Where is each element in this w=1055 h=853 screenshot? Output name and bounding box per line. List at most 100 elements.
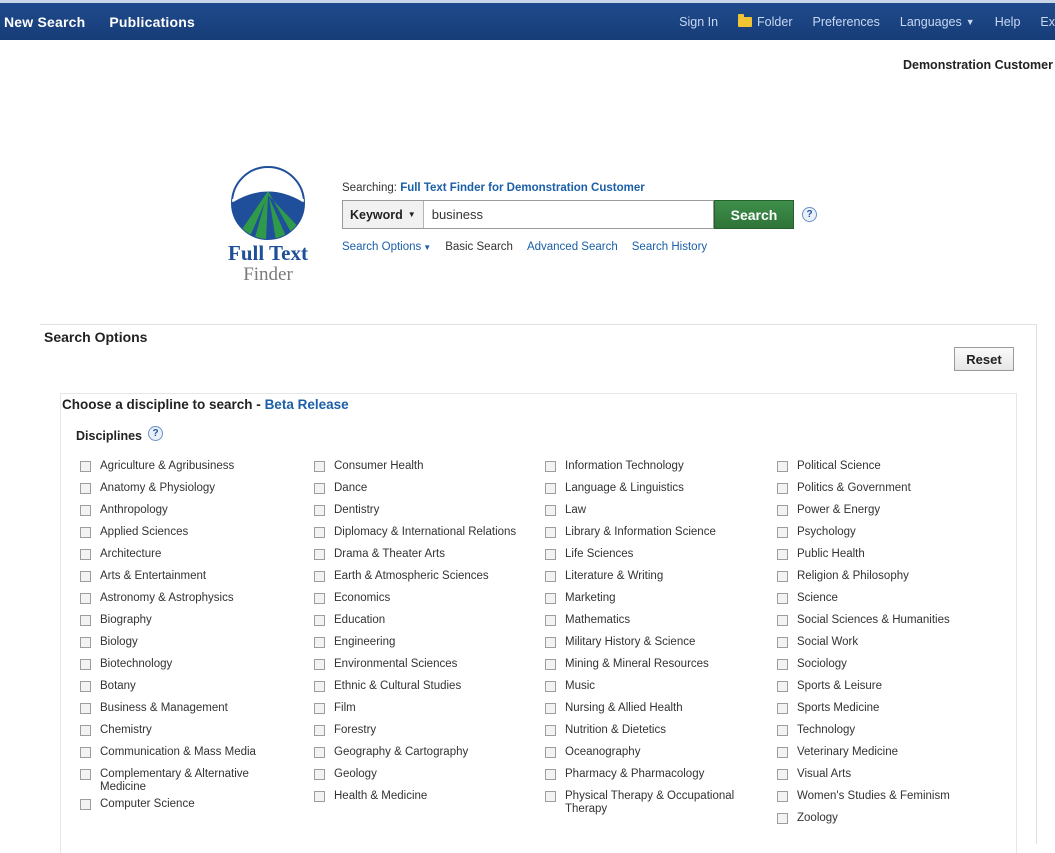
- discipline-item[interactable]: Library & Information Science: [545, 526, 755, 548]
- search-input[interactable]: business: [424, 207, 713, 222]
- discipline-item[interactable]: Consumer Health: [314, 460, 519, 482]
- discipline-item[interactable]: Health & Medicine: [314, 790, 519, 812]
- discipline-checkbox[interactable]: [314, 681, 325, 692]
- discipline-item[interactable]: Botany: [80, 680, 290, 702]
- discipline-item[interactable]: Agriculture & Agribusiness: [80, 460, 290, 482]
- discipline-item[interactable]: Earth & Atmospheric Sciences: [314, 570, 519, 592]
- discipline-item[interactable]: Veterinary Medicine: [777, 746, 997, 768]
- discipline-item[interactable]: Social Work: [777, 636, 997, 658]
- discipline-checkbox[interactable]: [80, 483, 91, 494]
- new-search-link[interactable]: New Search: [0, 14, 97, 30]
- discipline-checkbox[interactable]: [777, 527, 788, 538]
- discipline-checkbox[interactable]: [777, 505, 788, 516]
- discipline-item[interactable]: Dance: [314, 482, 519, 504]
- discipline-item[interactable]: Economics: [314, 592, 519, 614]
- discipline-checkbox[interactable]: [545, 637, 556, 648]
- discipline-checkbox[interactable]: [777, 747, 788, 758]
- discipline-item[interactable]: Information Technology: [545, 460, 755, 482]
- discipline-checkbox[interactable]: [314, 615, 325, 626]
- discipline-item[interactable]: Environmental Sciences: [314, 658, 519, 680]
- discipline-checkbox[interactable]: [80, 681, 91, 692]
- discipline-item[interactable]: Music: [545, 680, 755, 702]
- discipline-item[interactable]: Nutrition & Dietetics: [545, 724, 755, 746]
- discipline-checkbox[interactable]: [777, 725, 788, 736]
- discipline-item[interactable]: Astronomy & Astrophysics: [80, 592, 290, 614]
- discipline-checkbox[interactable]: [80, 527, 91, 538]
- discipline-checkbox[interactable]: [314, 725, 325, 736]
- discipline-item[interactable]: Chemistry: [80, 724, 290, 746]
- discipline-checkbox[interactable]: [80, 799, 91, 810]
- reset-button[interactable]: Reset: [954, 347, 1014, 371]
- discipline-item[interactable]: Life Sciences: [545, 548, 755, 570]
- discipline-checkbox[interactable]: [80, 725, 91, 736]
- discipline-item[interactable]: Film: [314, 702, 519, 724]
- discipline-checkbox[interactable]: [80, 461, 91, 472]
- discipline-item[interactable]: Education: [314, 614, 519, 636]
- discipline-checkbox[interactable]: [80, 659, 91, 670]
- discipline-checkbox[interactable]: [80, 505, 91, 516]
- discipline-checkbox[interactable]: [80, 769, 91, 780]
- discipline-item[interactable]: Biotechnology: [80, 658, 290, 680]
- preferences-link[interactable]: Preferences: [802, 15, 889, 29]
- discipline-item[interactable]: Language & Linguistics: [545, 482, 755, 504]
- discipline-checkbox[interactable]: [80, 747, 91, 758]
- discipline-checkbox[interactable]: [314, 571, 325, 582]
- publications-link[interactable]: Publications: [97, 14, 207, 30]
- discipline-checkbox[interactable]: [545, 461, 556, 472]
- help-icon[interactable]: ?: [148, 425, 163, 441]
- discipline-checkbox[interactable]: [314, 593, 325, 604]
- discipline-checkbox[interactable]: [314, 483, 325, 494]
- discipline-checkbox[interactable]: [545, 703, 556, 714]
- discipline-checkbox[interactable]: [777, 791, 788, 802]
- discipline-item[interactable]: Engineering: [314, 636, 519, 658]
- discipline-item[interactable]: Visual Arts: [777, 768, 997, 790]
- discipline-item[interactable]: Drama & Theater Arts: [314, 548, 519, 570]
- discipline-checkbox[interactable]: [545, 505, 556, 516]
- discipline-checkbox[interactable]: [314, 659, 325, 670]
- discipline-item[interactable]: Pharmacy & Pharmacology: [545, 768, 755, 790]
- discipline-item[interactable]: Applied Sciences: [80, 526, 290, 548]
- discipline-checkbox[interactable]: [80, 637, 91, 648]
- discipline-item[interactable]: Law: [545, 504, 755, 526]
- folder-link[interactable]: Folder: [728, 13, 802, 29]
- help-link[interactable]: Help: [985, 15, 1031, 29]
- discipline-checkbox[interactable]: [314, 703, 325, 714]
- sign-in-link[interactable]: Sign In: [669, 15, 728, 29]
- discipline-checkbox[interactable]: [314, 505, 325, 516]
- discipline-checkbox[interactable]: [545, 725, 556, 736]
- advanced-search-link[interactable]: Advanced Search: [527, 241, 618, 253]
- discipline-item[interactable]: Biography: [80, 614, 290, 636]
- discipline-checkbox[interactable]: [777, 637, 788, 648]
- discipline-checkbox[interactable]: [80, 593, 91, 604]
- discipline-item[interactable]: Communication & Mass Media: [80, 746, 290, 768]
- discipline-checkbox[interactable]: [545, 615, 556, 626]
- field-select[interactable]: Keyword ▼: [343, 201, 424, 228]
- discipline-checkbox[interactable]: [545, 769, 556, 780]
- discipline-item[interactable]: Ethnic & Cultural Studies: [314, 680, 519, 702]
- discipline-item[interactable]: Sports Medicine: [777, 702, 997, 724]
- discipline-item[interactable]: Social Sciences & Humanities: [777, 614, 997, 636]
- basic-search-link[interactable]: Basic Search: [445, 241, 513, 253]
- discipline-checkbox[interactable]: [777, 593, 788, 604]
- discipline-item[interactable]: Biology: [80, 636, 290, 658]
- discipline-checkbox[interactable]: [545, 791, 556, 802]
- discipline-item[interactable]: Complementary & Alternative Medicine: [80, 768, 290, 798]
- discipline-checkbox[interactable]: [545, 681, 556, 692]
- discipline-checkbox[interactable]: [777, 681, 788, 692]
- discipline-checkbox[interactable]: [80, 549, 91, 560]
- discipline-item[interactable]: Anthropology: [80, 504, 290, 526]
- discipline-checkbox[interactable]: [80, 571, 91, 582]
- discipline-item[interactable]: Geology: [314, 768, 519, 790]
- discipline-item[interactable]: Architecture: [80, 548, 290, 570]
- discipline-item[interactable]: Geography & Cartography: [314, 746, 519, 768]
- discipline-checkbox[interactable]: [777, 659, 788, 670]
- discipline-item[interactable]: Marketing: [545, 592, 755, 614]
- discipline-checkbox[interactable]: [545, 747, 556, 758]
- discipline-item[interactable]: Literature & Writing: [545, 570, 755, 592]
- discipline-checkbox[interactable]: [545, 593, 556, 604]
- search-button[interactable]: Search: [714, 200, 794, 229]
- discipline-item[interactable]: Technology: [777, 724, 997, 746]
- discipline-checkbox[interactable]: [314, 527, 325, 538]
- discipline-checkbox[interactable]: [545, 527, 556, 538]
- discipline-item[interactable]: Sociology: [777, 658, 997, 680]
